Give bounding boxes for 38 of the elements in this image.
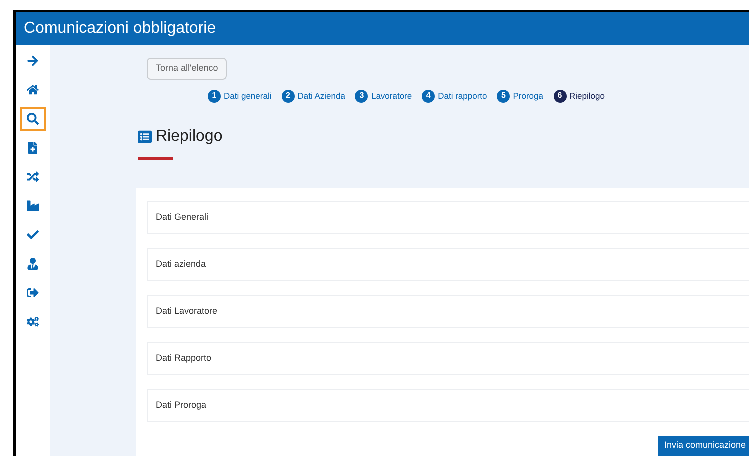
page-heading: Riepilogo bbox=[156, 126, 223, 147]
step-link[interactable]: 5 Proroga bbox=[497, 90, 544, 103]
step-link[interactable]: 1 Dati generali bbox=[208, 90, 272, 103]
section-panel[interactable]: Dati azienda bbox=[147, 248, 749, 281]
list-icon bbox=[138, 130, 152, 144]
step-link[interactable]: 6 Riepilogo bbox=[554, 90, 605, 103]
section-panel[interactable]: Dati Proroga bbox=[147, 388, 749, 422]
section-title: Dati azienda bbox=[156, 258, 206, 270]
step-link[interactable]: 2 Dati Azienda bbox=[282, 90, 346, 103]
step-number: 1 bbox=[208, 90, 221, 103]
section-panel[interactable]: Dati Lavoratore bbox=[147, 294, 749, 328]
section-panel[interactable]: Dati Generali bbox=[147, 200, 749, 234]
sign-out-icon bbox=[27, 287, 39, 299]
section-title: Dati Rapporto bbox=[156, 352, 212, 365]
section-panel[interactable]: Dati Rapporto bbox=[147, 342, 749, 375]
factory-icon bbox=[27, 200, 39, 212]
check-icon bbox=[27, 229, 39, 241]
step-number: 6 bbox=[554, 90, 566, 103]
step-number: 5 bbox=[497, 90, 510, 103]
back-button[interactable]: Torna all'elenco bbox=[147, 58, 228, 80]
section-title: Dati Proroga bbox=[156, 398, 207, 412]
user-icon bbox=[27, 258, 39, 270]
arrow-right-icon bbox=[27, 55, 39, 67]
send-button[interactable]: Invia comunicazione bbox=[658, 436, 749, 456]
file-plus-icon bbox=[27, 142, 39, 154]
settings-icon bbox=[27, 316, 39, 328]
step-link[interactable]: 4 Dati rapporto bbox=[422, 90, 488, 103]
step-link[interactable]: 3 Lavoratore bbox=[355, 90, 412, 103]
step-number: 3 bbox=[355, 90, 368, 103]
section-title: Dati Lavoratore bbox=[156, 304, 218, 318]
home-icon bbox=[27, 84, 39, 96]
step-number: 4 bbox=[422, 90, 436, 103]
sidebar-button[interactable] bbox=[20, 107, 46, 131]
step-number: 2 bbox=[282, 90, 295, 103]
search-icon bbox=[27, 113, 39, 125]
shuffle-icon bbox=[27, 171, 39, 183]
window-title: Comunicazioni obbligatorie bbox=[24, 18, 216, 38]
section-title: Dati Generali bbox=[156, 210, 209, 224]
